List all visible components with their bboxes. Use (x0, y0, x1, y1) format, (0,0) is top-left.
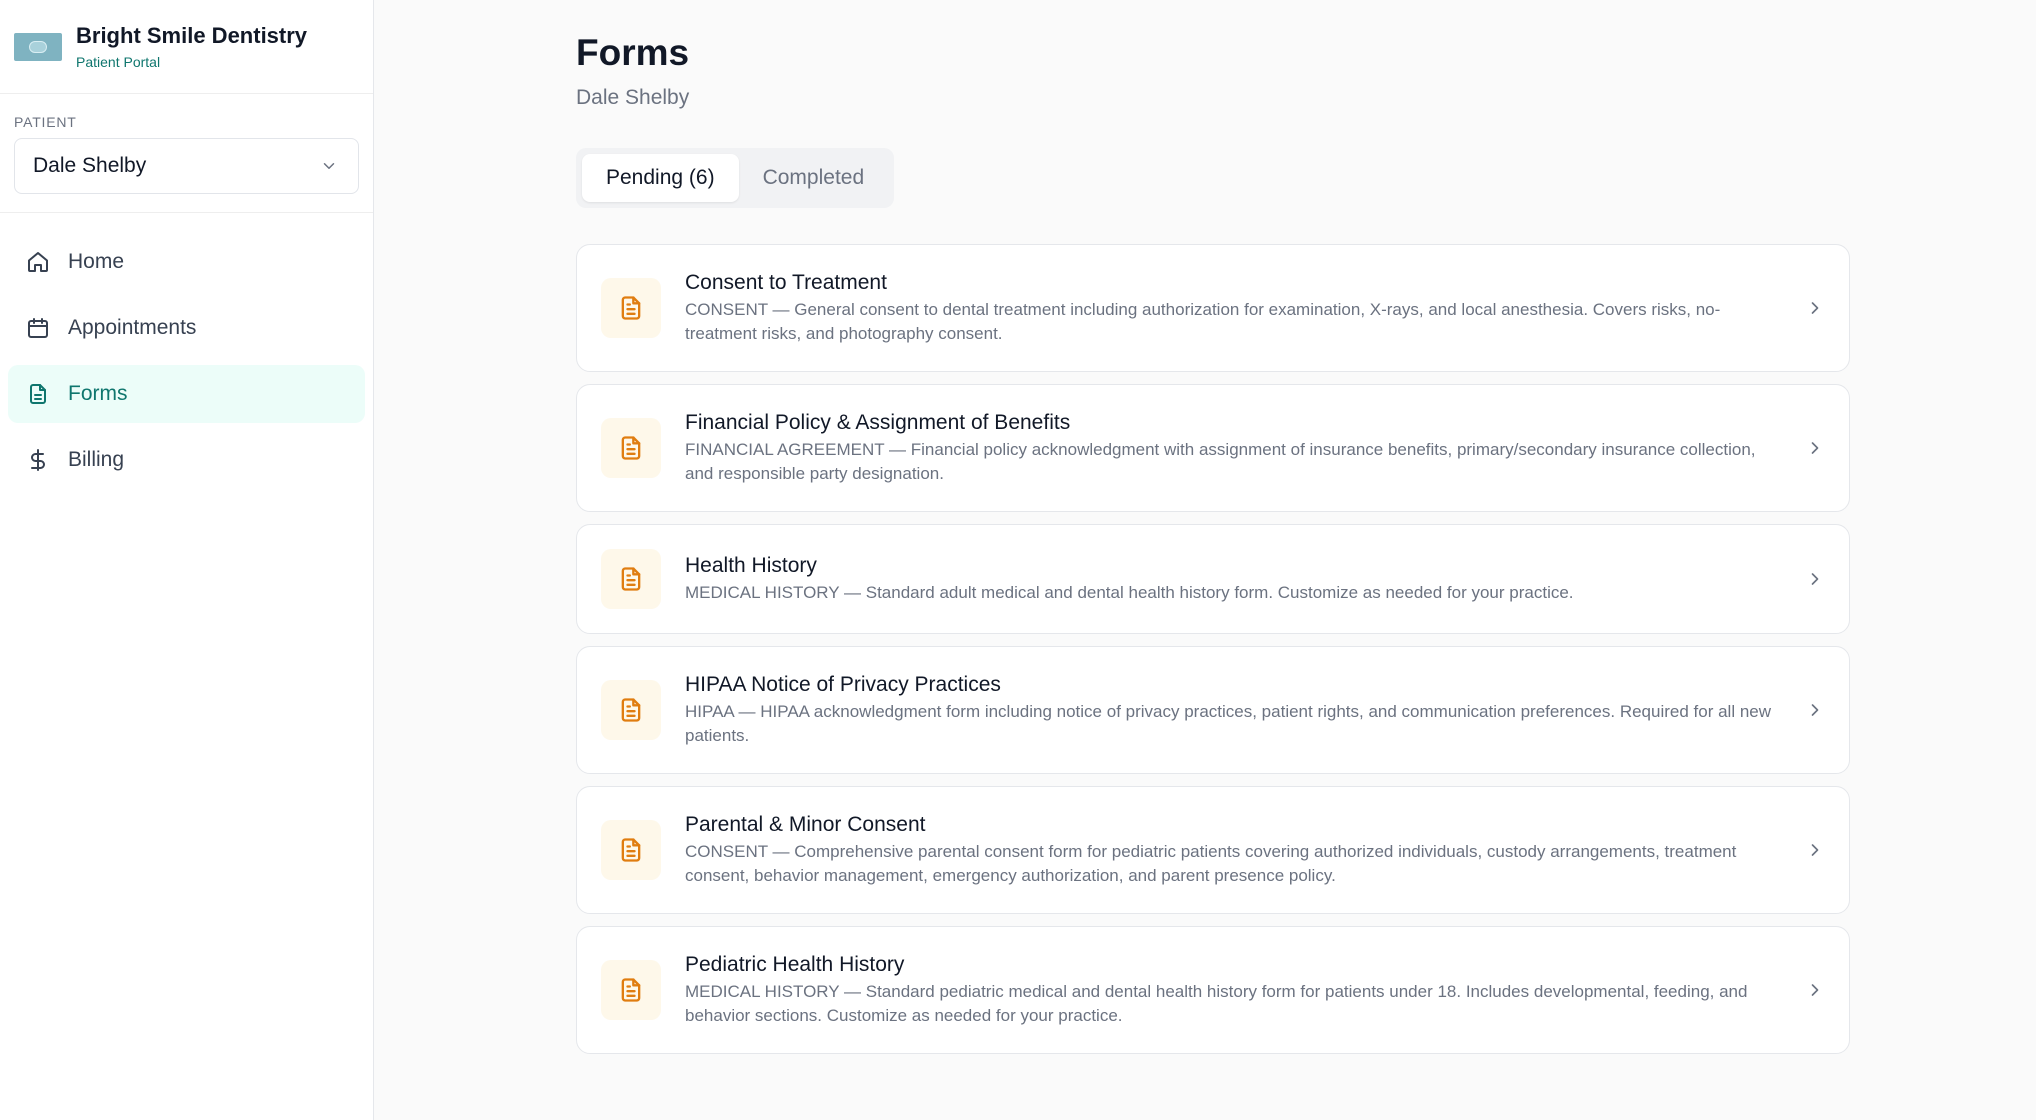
nav-label: Forms (68, 382, 128, 405)
form-card-hipaa-notice[interactable]: HIPAA Notice of Privacy Practices HIPAA … (576, 646, 1850, 774)
tab-pending[interactable]: Pending (6) (582, 154, 739, 202)
form-description: MEDICAL HISTORY — Standard pediatric med… (685, 982, 1748, 1025)
chevron-right-icon (1811, 442, 1819, 454)
form-description: HIPAA — HIPAA acknowledgment form includ… (685, 702, 1772, 745)
chevron-right-icon (1811, 844, 1819, 856)
nav-item-forms[interactable]: Forms (8, 365, 365, 423)
patient-section: PATIENT Dale Shelby (0, 94, 373, 213)
form-list: Consent to Treatment CONSENT — General c… (576, 244, 1850, 1066)
form-description: FINANCIAL AGREEMENT — Financial policy a… (685, 440, 1756, 483)
form-title: Health History (685, 554, 817, 577)
patient-select[interactable]: Dale Shelby (14, 138, 359, 194)
form-document-icon (601, 820, 661, 880)
nav-item-appointments[interactable]: Appointments (8, 299, 365, 357)
dollar-icon (26, 448, 50, 472)
form-card-health-history[interactable]: Health History MEDICAL HISTORY — Standar… (576, 524, 1850, 634)
form-description: CONSENT — Comprehensive parental consent… (685, 842, 1737, 885)
tab-completed[interactable]: Completed (739, 154, 889, 202)
patient-label: PATIENT (14, 114, 77, 130)
page-subtitle: Dale Shelby (576, 86, 690, 109)
portal-subtitle: Patient Portal (76, 53, 161, 70)
form-title: Consent to Treatment (685, 271, 887, 294)
form-document-icon (601, 549, 661, 609)
form-title: HIPAA Notice of Privacy Practices (685, 673, 1001, 696)
chevron-right-icon (1811, 704, 1819, 716)
home-icon (26, 250, 50, 274)
chevron-right-icon (1811, 302, 1819, 314)
form-card-parental-minor-consent[interactable]: Parental & Minor Consent CONSENT — Compr… (576, 786, 1850, 914)
chevron-right-icon (1811, 984, 1819, 996)
document-icon (26, 382, 50, 406)
chevron-down-icon (323, 163, 335, 169)
nav-label: Home (68, 250, 125, 273)
form-card-consent-to-treatment[interactable]: Consent to Treatment CONSENT — General c… (576, 244, 1850, 372)
brand-header: Bright Smile Dentistry Patient Portal (0, 0, 373, 94)
form-card-pediatric-health-history[interactable]: Pediatric Health History MEDICAL HISTORY… (576, 926, 1850, 1054)
form-document-icon (601, 418, 661, 478)
form-document-icon (601, 680, 661, 740)
nav-label: Billing (68, 448, 125, 471)
practice-logo (14, 32, 62, 61)
form-title: Financial Policy & Assignment of Benefit… (685, 411, 1071, 434)
form-document-icon (601, 278, 661, 338)
page-title: Forms (576, 32, 690, 73)
form-document-icon (601, 960, 661, 1020)
forms-tabs: Pending (6) Completed (576, 148, 895, 208)
chevron-right-icon (1811, 573, 1819, 585)
form-description: MEDICAL HISTORY — Standard adult medical… (685, 583, 1574, 602)
form-title: Pediatric Health History (685, 953, 905, 976)
patient-select-value: Dale Shelby (33, 154, 147, 177)
nav-item-home[interactable]: Home (8, 233, 365, 291)
nav-item-billing[interactable]: Billing (8, 431, 365, 489)
calendar-icon (26, 316, 50, 340)
practice-name: Bright Smile Dentistry (76, 22, 308, 48)
nav-label: Appointments (68, 316, 197, 339)
form-description: CONSENT — General consent to dental trea… (685, 300, 1721, 343)
sidebar: Bright Smile Dentistry Patient Portal PA… (0, 0, 374, 1120)
form-card-financial-policy[interactable]: Financial Policy & Assignment of Benefit… (576, 384, 1850, 512)
form-title: Parental & Minor Consent (685, 813, 926, 836)
sidebar-nav: Home Appointments Forms Billing (0, 213, 373, 517)
